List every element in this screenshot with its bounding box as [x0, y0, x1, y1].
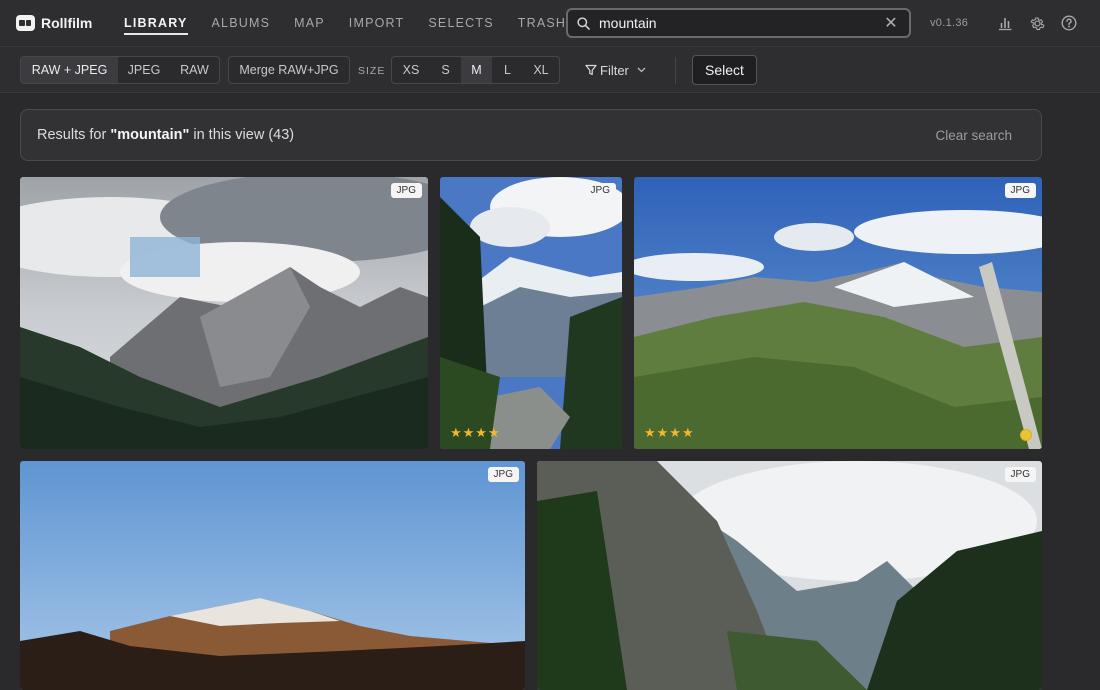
- size-xs-button[interactable]: XS: [392, 57, 430, 83]
- format-badge: JPG: [487, 467, 519, 482]
- clear-search-button[interactable]: Clear search: [935, 128, 1012, 143]
- format-raw-button[interactable]: RAW: [170, 57, 219, 83]
- format-badge: JPG: [1004, 183, 1036, 198]
- app-version: v0.1.36: [930, 17, 969, 29]
- mountain-photo-image: [20, 461, 525, 690]
- size-label: SIZE: [358, 65, 386, 77]
- format-raw-jpeg-button[interactable]: RAW + JPEG: [21, 57, 118, 83]
- format-badge: JPG: [390, 183, 422, 198]
- filter-label: Filter: [600, 62, 629, 78]
- mountain-photo-image: [537, 461, 1042, 690]
- photo-thumbnail[interactable]: JPG ★★★★: [634, 177, 1042, 449]
- merge-raw-jpg-button[interactable]: Merge RAW+JPG: [228, 56, 350, 84]
- results-summary: Results for "mountain" in this view (43): [37, 127, 295, 143]
- size-xl-button[interactable]: XL: [523, 57, 559, 83]
- star-rating: ★★★★: [450, 425, 501, 440]
- nav-selects[interactable]: SELECTS: [428, 0, 493, 46]
- brand[interactable]: Rollfilm: [16, 15, 114, 31]
- mountain-photo-image: [20, 177, 428, 449]
- thumbnail-size-group: XS S M L XL: [391, 56, 560, 84]
- funnel-icon: [585, 64, 597, 76]
- nav-library[interactable]: LIBRARY: [124, 0, 188, 46]
- library-toolbar: RAW + JPEG JPEG RAW Merge RAW+JPG SIZE X…: [0, 46, 1100, 93]
- help-icon[interactable]: [1060, 14, 1078, 32]
- search-input[interactable]: [599, 15, 881, 31]
- size-s-button[interactable]: S: [430, 57, 461, 83]
- nav-map[interactable]: MAP: [294, 0, 325, 46]
- nav-albums[interactable]: ALBUMS: [212, 0, 271, 46]
- search-icon: [577, 16, 590, 30]
- film-logo-icon: [16, 15, 35, 31]
- format-filter-group: RAW + JPEG JPEG RAW: [20, 56, 220, 84]
- format-jpeg-button[interactable]: JPEG: [118, 57, 170, 83]
- search-box: ✕: [566, 8, 911, 38]
- mountain-photo-image: [634, 177, 1042, 449]
- close-icon[interactable]: ✕: [881, 13, 901, 33]
- toolbar-divider: [675, 57, 676, 84]
- star-rating: ★★★★: [644, 425, 695, 440]
- color-label-dot: [1020, 429, 1032, 441]
- photo-thumbnail[interactable]: JPG: [20, 177, 428, 449]
- nav-trash[interactable]: TRASH: [518, 0, 566, 46]
- app-name: Rollfilm: [41, 15, 93, 31]
- size-l-button[interactable]: L: [492, 57, 523, 83]
- results-query: "mountain": [110, 127, 190, 143]
- chevron-down-icon: [637, 67, 646, 73]
- filter-button[interactable]: Filter: [585, 56, 646, 84]
- size-m-button[interactable]: M: [461, 57, 492, 83]
- gear-icon[interactable]: [1028, 14, 1046, 32]
- search-results-banner: Results for "mountain" in this view (43)…: [20, 109, 1042, 161]
- main-nav: LIBRARY ALBUMS MAP IMPORT SELECTS TRASH: [124, 0, 590, 46]
- select-button[interactable]: Select: [692, 55, 757, 85]
- format-badge: JPG: [584, 183, 616, 198]
- photo-thumbnail[interactable]: JPG: [537, 461, 1042, 690]
- mountain-photo-image: [440, 177, 622, 449]
- format-badge: JPG: [1004, 467, 1036, 482]
- photo-thumbnail[interactable]: JPG: [20, 461, 525, 690]
- nav-import[interactable]: IMPORT: [349, 0, 405, 46]
- bar-chart-icon[interactable]: [996, 14, 1014, 32]
- photo-thumbnail[interactable]: JPG ★★★★: [440, 177, 622, 449]
- top-navigation-bar: Rollfilm LIBRARY ALBUMS MAP IMPORT SELEC…: [0, 0, 1100, 46]
